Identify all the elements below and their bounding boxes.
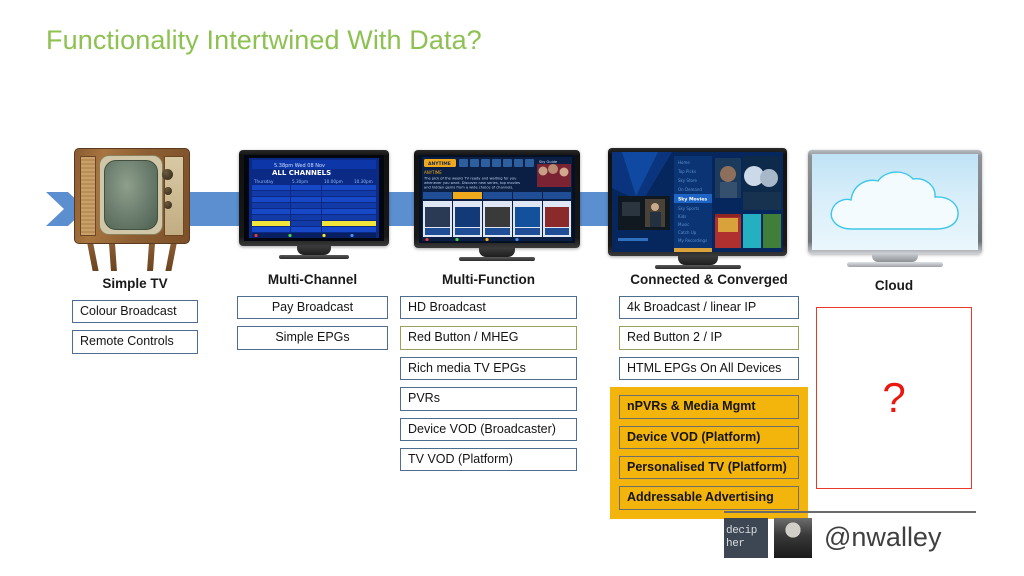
- device-vintage-crt-television: [74, 148, 190, 271]
- brand-logo-line-2: her: [726, 537, 745, 550]
- column-label-simple-tv: Simple TV: [102, 276, 168, 291]
- column-label-multi-function: Multi-Function: [442, 272, 535, 287]
- feature-box-red-button-2-ip[interactable]: Red Button 2 / IP: [619, 326, 799, 350]
- feature-box-label: Colour Broadcast: [80, 304, 177, 318]
- svg-text:On Demand: On Demand: [678, 187, 702, 192]
- crt-tuning-knob: [162, 169, 173, 180]
- cloud-icon: [830, 171, 959, 230]
- feature-box-label: Red Button 2 / IP: [627, 330, 723, 345]
- svg-text:Music: Music: [678, 222, 689, 227]
- crt-knob-secondary: [164, 187, 172, 195]
- device-flat-tv-interactive-portal: ANYTIME Sky Guide ANYTIME The pick of th…: [414, 150, 580, 261]
- svg-text:and hidden gems from a wide ch: and hidden gems from a wide choice of ch…: [424, 186, 513, 190]
- device-silver-tv-cloud-screen: [808, 150, 982, 267]
- crt-knob-tertiary: [164, 201, 172, 209]
- data-driven-highlight-block: nPVRs & Media Mgmt Device VOD (Platform)…: [610, 387, 808, 519]
- crt-control-panel: [162, 156, 184, 236]
- feature-box-label: Remote Controls: [80, 334, 174, 349]
- feature-box-device-vod-platform[interactable]: Device VOD (Platform): [619, 425, 799, 449]
- column-label-cloud: Cloud: [874, 278, 914, 293]
- svg-text:5.30pm: 5.30pm: [292, 179, 308, 184]
- column-cloud: Cloud: [818, 278, 970, 293]
- feature-box-npvrs-media-mgmt[interactable]: nPVRs & Media Mgmt: [619, 395, 799, 419]
- svg-text:Sky Movies: Sky Movies: [678, 197, 707, 203]
- crt-screen-frame: [99, 155, 163, 235]
- cloud-screen: [812, 154, 978, 250]
- svg-text:10.00pm: 10.00pm: [324, 179, 343, 184]
- svg-text:Catch Up: Catch Up: [678, 230, 697, 235]
- decipher-logo: decip her: [724, 517, 768, 558]
- feature-box-html-epgs-on-all-devices[interactable]: HTML EPGs On All Devices: [619, 356, 799, 381]
- crt-screen: [104, 160, 158, 230]
- svg-text:My Recordings: My Recordings: [678, 238, 707, 243]
- device-flat-tv-epg-grid: 5.38pm Wed 08 Nov ALL CHANNELS Thursday …: [239, 150, 389, 259]
- interactive-portal-screen: ANYTIME Sky Guide ANYTIME The pick of th…: [419, 155, 575, 243]
- feature-box-remote-controls[interactable]: Remote Controls: [72, 330, 198, 354]
- feature-box-label: Red Button / MHEG: [408, 330, 519, 345]
- column-multi-function: Multi-Function HD Broadcast Red Button /…: [400, 272, 577, 478]
- feature-box-pay-broadcast[interactable]: Pay Broadcast: [237, 296, 388, 320]
- feature-box-label: TV VOD (Platform): [408, 451, 513, 466]
- feature-box-label: Personalised TV (Platform): [627, 459, 787, 474]
- content-browser-screen: Home Top Picks Sky Store On Demand Sky M…: [612, 152, 783, 252]
- svg-text:Kids: Kids: [678, 214, 686, 219]
- column-connected-converged: Connected & Converged 4k Broadcast / lin…: [610, 272, 808, 519]
- footer-divider: [724, 511, 976, 513]
- feature-box-device-vod-broadcaster[interactable]: Device VOD (Broadcaster): [400, 417, 577, 441]
- feature-box-simple-epgs[interactable]: Simple EPGs: [237, 326, 388, 350]
- svg-text:Sky Store: Sky Store: [678, 178, 697, 183]
- svg-text:ANYTIME: ANYTIME: [424, 170, 442, 175]
- feature-box-label: PVRs: [408, 391, 440, 406]
- crt-speaker-grille: [80, 156, 96, 236]
- feature-box-label: Device VOD (Broadcaster): [408, 421, 556, 436]
- svg-text:Top Picks: Top Picks: [677, 169, 696, 174]
- column-simple-tv: Simple TV Colour Broadcast Remote Contro…: [72, 276, 198, 361]
- feature-box-label: Rich media TV EPGs: [408, 360, 526, 375]
- feature-box-label: Simple EPGs: [275, 330, 350, 345]
- feature-box-red-button-mheg[interactable]: Red Button / MHEG: [400, 326, 577, 350]
- svg-text:ALL CHANNELS: ALL CHANNELS: [272, 169, 331, 177]
- feature-box-stack-simple-tv: Colour Broadcast Remote Controls: [72, 300, 198, 354]
- feature-box-label: nPVRs & Media Mgmt: [627, 399, 756, 414]
- crt-legs: [74, 244, 190, 272]
- brand-logo-line-1: decip: [726, 524, 758, 537]
- twitter-handle: @nwalley: [824, 522, 942, 552]
- feature-box-pvrs[interactable]: PVRs: [400, 387, 577, 411]
- feature-box-stack-multi-function: HD Broadcast Red Button / MHEG Rich medi…: [400, 296, 577, 472]
- feature-box-colour-broadcast[interactable]: Colour Broadcast: [72, 300, 198, 324]
- feature-box-label: 4k Broadcast / linear IP: [627, 300, 757, 314]
- epg-grid-screen: 5.38pm Wed 08 Nov ALL CHANNELS Thursday …: [244, 155, 384, 241]
- column-label-connected-converged: Connected & Converged: [630, 272, 788, 287]
- future-question-box[interactable]: ?: [816, 307, 972, 489]
- device-smart-tv-content-browser: Home Top Picks Sky Store On Demand Sky M…: [608, 148, 787, 269]
- footer: decip her @nwalley: [724, 511, 988, 558]
- avatar: [774, 517, 812, 558]
- feature-box-hd-broadcast[interactable]: HD Broadcast: [400, 296, 577, 320]
- svg-text:The pick of the weeks TV ready: The pick of the weeks TV ready and waiti…: [423, 177, 516, 181]
- column-label-multi-channel: Multi-Channel: [267, 272, 358, 287]
- feature-box-4k-broadcast-linear-ip[interactable]: 4k Broadcast / linear IP: [619, 296, 799, 320]
- feature-box-label: Pay Broadcast: [271, 300, 354, 314]
- feature-box-stack-connected-converged: 4k Broadcast / linear IP Red Button 2 / …: [610, 296, 808, 519]
- feature-box-tv-vod-platform[interactable]: TV VOD (Platform): [400, 447, 577, 472]
- feature-box-addressable-advertising[interactable]: Addressable Advertising: [619, 486, 799, 510]
- svg-text:Home: Home: [678, 160, 690, 165]
- svg-text:whenever you want. Discover n: whenever you want. Discover new series, …: [424, 181, 520, 185]
- feature-box-label: Device VOD (Platform): [627, 429, 761, 444]
- question-mark-symbol: ?: [882, 374, 906, 421]
- feature-box-label: HTML EPGs On All Devices: [627, 360, 782, 375]
- svg-text:Sky Guide: Sky Guide: [539, 160, 558, 164]
- svg-text:ANYTIME: ANYTIME: [428, 161, 451, 167]
- column-multi-channel: Multi-Channel Pay Broadcast Simple EPGs: [237, 272, 388, 357]
- svg-text:10.30pm: 10.30pm: [354, 179, 373, 184]
- feature-box-label: HD Broadcast: [408, 300, 486, 314]
- feature-box-rich-media-tv-epgs[interactable]: Rich media TV EPGs: [400, 356, 577, 381]
- feature-box-label: Addressable Advertising: [627, 490, 774, 505]
- slide-canvas: Functionality Intertwined With Data? Sim…: [0, 0, 1024, 576]
- page-title: Functionality Intertwined With Data?: [46, 25, 482, 55]
- feature-box-personalised-tv-platform[interactable]: Personalised TV (Platform): [619, 455, 799, 480]
- feature-box-stack-multi-channel: Pay Broadcast Simple EPGs: [237, 296, 388, 350]
- svg-text:Thursday: Thursday: [253, 179, 274, 184]
- svg-text:Sky Sports: Sky Sports: [678, 206, 699, 211]
